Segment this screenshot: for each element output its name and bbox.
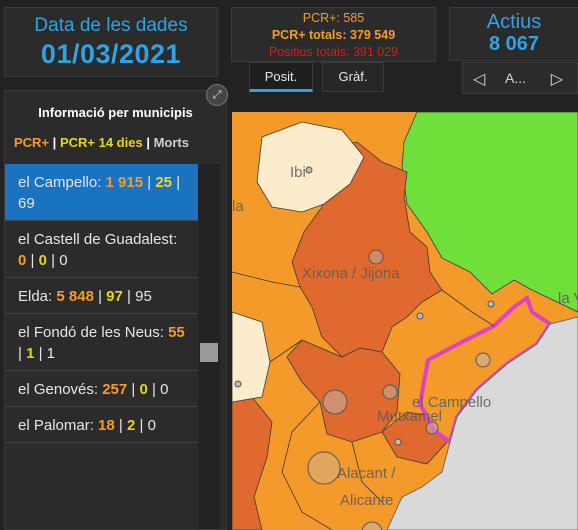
map-marker[interactable] (234, 380, 242, 388)
municipality-panel: Informació per municipis PCR+ | PCR+ 14 … (4, 90, 227, 530)
item-pcr14: 25 (155, 174, 173, 191)
item-pcr: 5 848 (56, 288, 94, 305)
chevron-left-icon[interactable]: ◁ (473, 69, 485, 89)
map-marker[interactable] (368, 249, 384, 265)
map-marker[interactable] (394, 438, 402, 446)
item-morts: 1 (46, 345, 56, 362)
item-name: el Castell de Guadalest: (18, 231, 178, 248)
item-pcr: 18 (98, 417, 115, 434)
item-morts: 95 (135, 288, 152, 305)
pager-text: A... (505, 70, 527, 86)
map-label-mutxamel: Mutxamel (377, 408, 443, 425)
map-marker[interactable] (487, 300, 495, 308)
scrollbar-thumb[interactable] (200, 343, 218, 362)
actius-label: Actius (486, 11, 542, 33)
map-label-ibi: Ibi (290, 164, 306, 181)
panel-title: Informació per municipis (38, 105, 193, 120)
legend-morts: Morts (153, 135, 189, 150)
expand-icon[interactable]: ⤢ (206, 84, 228, 106)
item-morts: 0 (160, 381, 169, 398)
date-label: Data de les dades (34, 15, 188, 36)
pcr-panel: PCR+: 585 PCR+ totals: 379 549 Positius … (231, 7, 436, 62)
item-pcr: 257 (102, 381, 128, 398)
item-pcr14: 0 (38, 252, 47, 269)
legend-pcr14: PCR+ 14 dies (59, 135, 143, 150)
legend-sep: | (52, 135, 57, 150)
item-name: el Campello: (18, 174, 102, 191)
item-name: el Palomar: (18, 417, 94, 434)
map-marker[interactable] (382, 384, 398, 400)
map-marker[interactable] (305, 166, 313, 174)
pcr-daily: PCR+: 585 (302, 11, 365, 25)
item-pcr14: 2 (126, 417, 136, 434)
map-marker[interactable] (416, 312, 424, 320)
list-legend: PCR+ | PCR+ 14 dies | Morts (14, 135, 226, 150)
list-item[interactable]: el Castell de Guadalest: 0 | 0 | 0 (5, 221, 199, 278)
map-label-vila: la V (558, 290, 578, 307)
list-item[interactable]: Elda: 5 848 | 97 | 95 (5, 278, 199, 314)
list-item[interactable]: el Palomar: 18 | 2 | 0 (5, 407, 199, 443)
map-label-xixona: Xixona / Jijona (302, 265, 400, 282)
item-morts: 69 (18, 195, 35, 212)
municipality-list: el Campello: 1 915 | 25 | 69 el Castell … (5, 164, 199, 443)
item-pcr14: 0 (139, 381, 148, 398)
map-label-alacant: Alacant / (337, 465, 396, 482)
map-marker[interactable] (322, 389, 348, 415)
item-pcr14: 97 (106, 288, 123, 305)
item-name: el Fondó de les Neus: (18, 324, 164, 341)
tab-posit[interactable]: Posit. (249, 62, 313, 92)
actius-value: 8 067 (488, 33, 540, 55)
item-morts: 0 (147, 417, 156, 434)
actius-pager: ◁ A... ▷ (462, 62, 578, 94)
dashboard: Data de les dades 01/03/2021 PCR+: 585 P… (0, 0, 578, 530)
map-marker[interactable] (475, 352, 491, 368)
map[interactable]: Ibi Xixona / Jijona el Campello Mutxamel… (232, 112, 578, 530)
date-value: 01/03/2021 (40, 39, 182, 69)
legend-pcr: PCR+ (14, 135, 50, 150)
chevron-right-icon[interactable]: ▷ (551, 69, 563, 89)
actius-panel: Actius 8 067 (449, 7, 578, 61)
tab-graf[interactable]: Gràf. (322, 62, 384, 92)
item-morts: 0 (59, 252, 68, 269)
list-item[interactable]: el Fondó de les Neus: 55 | 1 | 1 (5, 314, 199, 371)
map-label-alicante: Alicante (340, 492, 394, 509)
legend-sep: | (146, 135, 150, 150)
item-name: Elda: (18, 288, 53, 305)
item-pcr14: 1 (26, 345, 35, 362)
map-label-edge: la (232, 198, 244, 215)
map-marker[interactable] (307, 451, 341, 485)
item-pcr: 1 915 (105, 174, 144, 191)
item-pcr: 55 (168, 324, 185, 341)
date-panel: Data de les dades 01/03/2021 (4, 7, 218, 77)
positius-total: Positius totals: 391 029 (268, 45, 399, 59)
item-pcr: 0 (18, 252, 27, 269)
list-item[interactable]: el Campello: 1 915 | 25 | 69 (5, 164, 199, 221)
list-item[interactable]: el Genovés: 257 | 0 | 0 (5, 371, 199, 407)
item-name: el Genovés: (18, 381, 99, 398)
pcr-total: PCR+ totals: 379 549 (271, 28, 396, 42)
map-canvas (232, 112, 578, 530)
